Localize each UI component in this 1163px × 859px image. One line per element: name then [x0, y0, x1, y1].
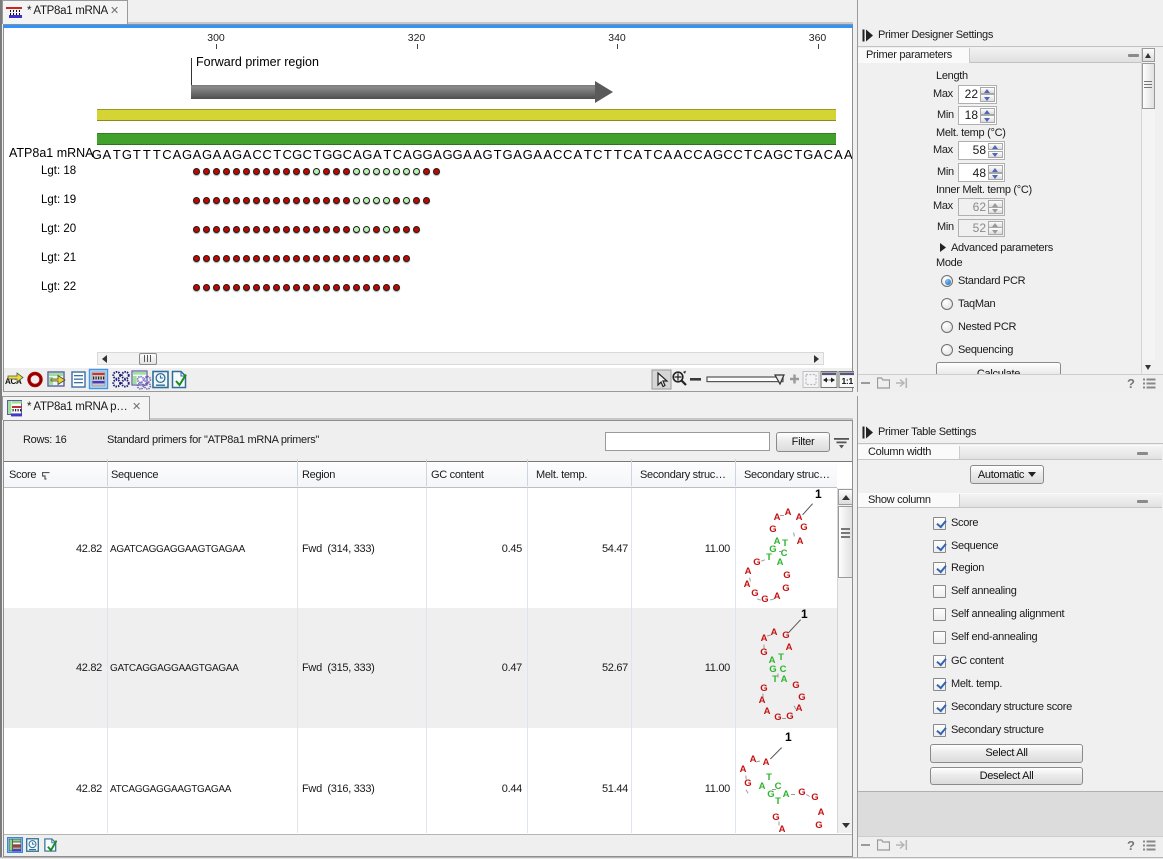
svg-text:1:1: 1:1	[842, 376, 854, 386]
